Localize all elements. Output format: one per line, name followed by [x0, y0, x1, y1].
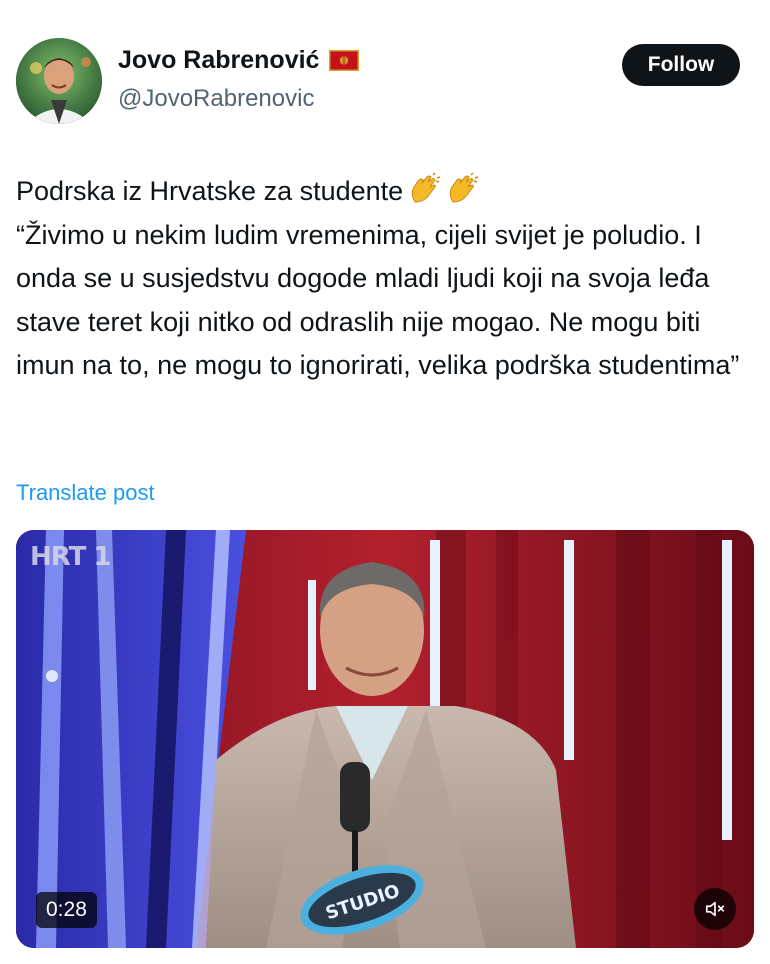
- tweet-text: Podrska iz Hrvatske za studente “Živimo …: [16, 170, 744, 388]
- clapping-hands-icon: [445, 172, 479, 206]
- display-name[interactable]: Jovo Rabrenović: [118, 46, 360, 75]
- tweet-line-1: Podrska iz Hrvatske za studente: [16, 176, 404, 206]
- display-name-text[interactable]: Jovo Rabrenović: [118, 46, 319, 75]
- translate-post-link[interactable]: Translate post: [16, 480, 155, 506]
- name-block: Jovo Rabrenović @JovoRabrenovic: [118, 46, 360, 113]
- avatar-icon: [16, 38, 102, 124]
- mute-icon: [705, 901, 725, 917]
- video-duration: 0:28: [36, 892, 97, 928]
- clapping-hands-icon: [407, 172, 441, 206]
- avatar[interactable]: [16, 38, 102, 124]
- tweet-header: Jovo Rabrenović @JovoRabrenovic Follow: [16, 38, 754, 128]
- user-handle[interactable]: @JovoRabrenovic: [118, 85, 359, 113]
- video-frame: STUDIO: [16, 530, 754, 948]
- follow-button[interactable]: Follow: [622, 44, 740, 86]
- video-player[interactable]: STUDIO HRT 1 0:28: [16, 530, 754, 948]
- channel-logo: HRT 1: [30, 542, 111, 572]
- mute-button[interactable]: [694, 888, 736, 930]
- montenegro-flag-icon: [329, 50, 360, 71]
- tweet-quote: “Živimo u nekim ludim vremenima, cijeli …: [16, 219, 740, 381]
